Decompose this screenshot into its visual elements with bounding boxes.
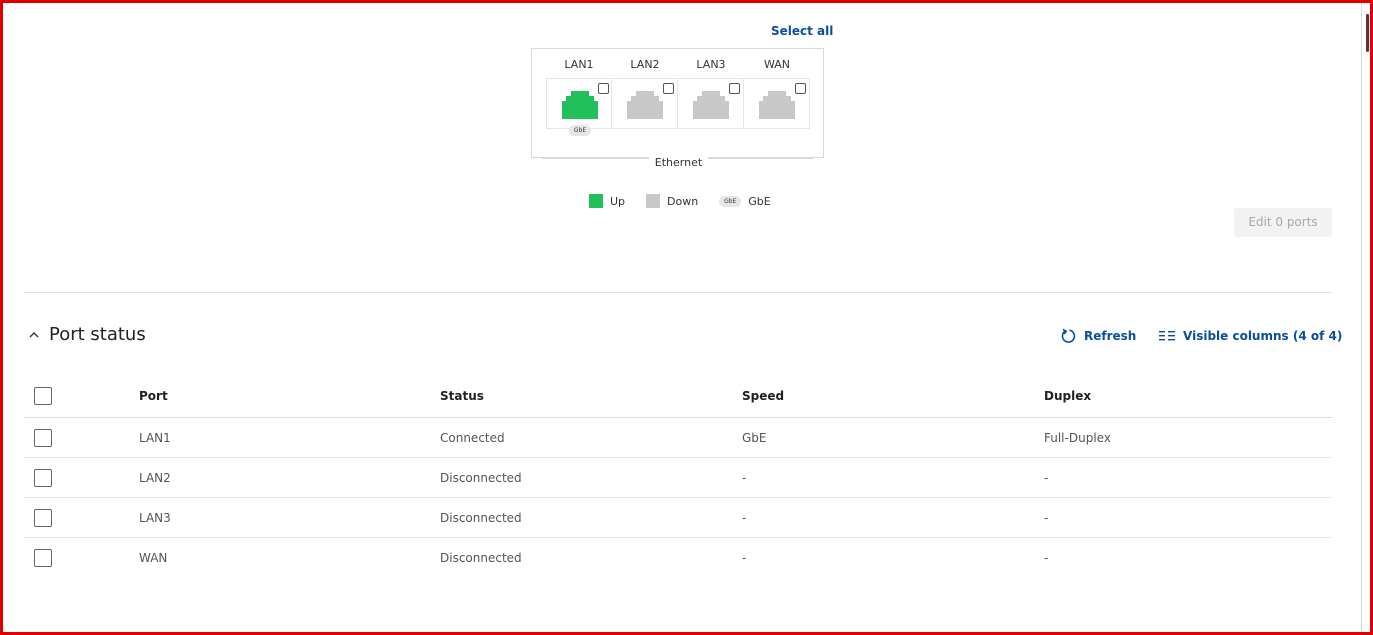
- section-title: Port status: [49, 324, 146, 345]
- ethernet-port-icon: [627, 91, 663, 119]
- row-checkbox-cell: [34, 538, 52, 578]
- ethernet-port-icon: [693, 91, 729, 119]
- legend-gbe-label: GbE: [748, 194, 771, 208]
- ethernet-port-icon: [562, 91, 598, 119]
- table-row[interactable]: LAN1 Connected GbE Full-Duplex: [24, 418, 1332, 458]
- cell-port: LAN2: [139, 470, 171, 485]
- port-name: LAN1: [564, 58, 594, 71]
- row-checkbox-cell: [34, 498, 52, 537]
- cell-status: Disconnected: [440, 551, 522, 565]
- legend-gbe: GbE GbE: [719, 194, 771, 208]
- table-header: Port Status Speed Duplex: [24, 374, 1332, 418]
- column-header-speed[interactable]: Speed: [742, 374, 784, 417]
- cell-speed: -: [742, 510, 747, 525]
- header-checkbox-cell: [34, 374, 52, 417]
- refresh-button[interactable]: Refresh: [1060, 326, 1136, 346]
- row-checkbox[interactable]: [34, 428, 52, 447]
- cell-duplex: -: [1044, 470, 1049, 485]
- ethernet-port-icon: [759, 91, 795, 119]
- port-group-label-text: Ethernet: [648, 156, 709, 169]
- cell-port: LAN3: [139, 510, 171, 525]
- column-header-status[interactable]: Status: [440, 374, 484, 417]
- cell-status: Disconnected: [440, 510, 522, 525]
- refresh-icon: [1061, 328, 1076, 343]
- cell-status: Disconnected: [440, 470, 522, 485]
- scrollbar[interactable]: [1361, 3, 1369, 632]
- edit-ports-button[interactable]: Edit 0 ports: [1234, 208, 1332, 237]
- column-header-duplex[interactable]: Duplex: [1044, 374, 1091, 417]
- port-name: LAN3: [696, 58, 726, 71]
- scrollbar-thumb[interactable]: [1366, 14, 1369, 52]
- port-lan1[interactable]: LAN1 GbE: [546, 49, 612, 136]
- row-checkbox-cell: [34, 458, 52, 497]
- select-all-checkbox[interactable]: [34, 386, 52, 405]
- port-group-label: Ethernet: [532, 151, 825, 170]
- port-checkbox[interactable]: [729, 83, 740, 94]
- port-wan[interactable]: WAN: [744, 49, 810, 131]
- row-checkbox[interactable]: [34, 508, 52, 527]
- port-checkbox[interactable]: [795, 83, 806, 94]
- column-header-port[interactable]: Port: [139, 374, 168, 417]
- chevron-up-icon[interactable]: [28, 329, 40, 341]
- row-checkbox[interactable]: [34, 468, 52, 487]
- gbe-badge: GbE: [569, 125, 591, 136]
- port-box[interactable]: [744, 78, 810, 129]
- visible-columns-button[interactable]: Visible columns (4 of 4): [1159, 326, 1342, 346]
- port-box[interactable]: [612, 78, 678, 129]
- port-checkbox[interactable]: [598, 83, 609, 94]
- table-row[interactable]: LAN2 Disconnected - -: [24, 458, 1332, 498]
- port-legend: Up Down GbE GbE: [589, 193, 792, 209]
- up-swatch: [589, 194, 603, 208]
- section-divider: [24, 292, 1332, 293]
- cell-port: WAN: [139, 551, 168, 565]
- row-checkbox-cell: [34, 418, 52, 457]
- cell-duplex: -: [1044, 510, 1049, 525]
- row-checkbox[interactable]: [34, 549, 52, 567]
- legend-up: Up: [589, 194, 625, 208]
- port-lan3[interactable]: LAN3: [678, 49, 744, 131]
- port-lan2[interactable]: LAN2: [612, 49, 678, 131]
- down-swatch: [646, 194, 661, 208]
- cell-port: LAN1: [139, 430, 171, 445]
- legend-up-label: Up: [610, 194, 626, 208]
- port-name: LAN2: [630, 58, 660, 71]
- cell-speed: -: [742, 470, 747, 485]
- port-selector-panel: LAN1 GbE LAN2 LAN3 WAN Ethernet: [531, 48, 824, 169]
- cell-status: Connected: [440, 430, 505, 445]
- table-row[interactable]: WAN Disconnected - -: [24, 538, 1332, 578]
- port-box[interactable]: [678, 78, 744, 129]
- refresh-label: Refresh: [1084, 329, 1137, 343]
- cell-duplex: -: [1044, 551, 1049, 565]
- columns-icon: [1159, 331, 1175, 341]
- port-name: WAN: [763, 58, 791, 71]
- legend-down-label: Down: [667, 194, 699, 208]
- select-all-link[interactable]: Select all: [771, 24, 833, 38]
- visible-columns-label: Visible columns (4 of 4): [1183, 329, 1343, 343]
- cell-duplex: Full-Duplex: [1044, 430, 1111, 445]
- port-checkbox[interactable]: [663, 83, 674, 94]
- legend-down: Down: [646, 194, 698, 208]
- port-box[interactable]: GbE: [546, 78, 612, 136]
- cell-speed: -: [742, 551, 747, 565]
- cell-speed: GbE: [742, 430, 767, 445]
- gbe-badge: GbE: [719, 195, 742, 207]
- port-status-table: Port Status Speed Duplex LAN1 Connected …: [24, 374, 1332, 578]
- table-row[interactable]: LAN3 Disconnected - -: [24, 498, 1332, 538]
